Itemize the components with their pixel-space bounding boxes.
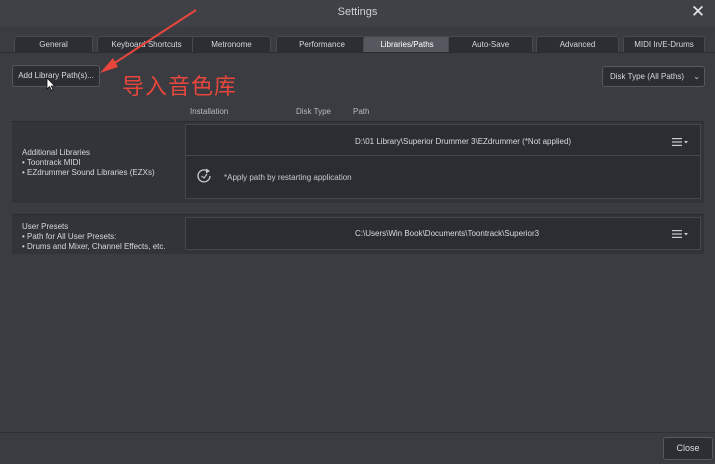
cursor-pointer-icon bbox=[46, 77, 56, 91]
disk-type-label: Disk Type (All Paths) bbox=[610, 72, 685, 81]
annotation-label: 导入音色库 bbox=[122, 75, 238, 100]
add-library-path-button[interactable]: Add Library Path(s)... bbox=[12, 65, 100, 87]
column-path: Path bbox=[353, 107, 370, 116]
tab-divider bbox=[0, 52, 715, 53]
path-value: C:\Users\Win Book\Documents\Toontrack\Su… bbox=[355, 229, 540, 238]
tab-metronome[interactable]: Metronome bbox=[192, 36, 271, 52]
tab-midi-in-edrums[interactable]: MIDI In/E-Drums bbox=[623, 36, 705, 52]
settings-window: Settings ✕ General Keyboard Shortcuts Me… bbox=[0, 0, 715, 464]
title-bar: Settings ✕ bbox=[0, 0, 715, 26]
apply-note-row: *Apply path by restarting application bbox=[186, 156, 700, 198]
column-installation: Installation bbox=[190, 107, 229, 116]
disk-type-dropdown[interactable]: Disk Type (All Paths) ⌄ bbox=[602, 66, 705, 87]
close-button[interactable]: Close bbox=[663, 437, 713, 460]
close-icon[interactable]: ✕ bbox=[689, 2, 707, 22]
hamburger-menu-icon[interactable] bbox=[672, 137, 688, 147]
footer-divider bbox=[0, 432, 715, 433]
tab-libraries-paths[interactable]: Libraries/Paths bbox=[363, 36, 451, 52]
apply-note: *Apply path by restarting application bbox=[224, 173, 352, 182]
tab-bar: General Keyboard Shortcuts Metronome Per… bbox=[11, 36, 711, 52]
user-presets-section: User Presets • Path for All User Presets… bbox=[12, 214, 704, 254]
column-disk-type: Disk Type bbox=[296, 107, 331, 116]
additional-libraries-item: • EZdrummer Sound Libraries (EZXs) bbox=[22, 168, 155, 177]
additional-libraries-section: Additional Libraries • Toontrack MIDI • … bbox=[12, 121, 704, 203]
tab-advanced[interactable]: Advanced bbox=[536, 36, 619, 52]
tab-performance[interactable]: Performance bbox=[276, 36, 368, 52]
tab-auto-save[interactable]: Auto-Save bbox=[448, 36, 533, 52]
additional-libraries-paths: D:\01 Library\Superior Drummer 3\EZdrumm… bbox=[185, 124, 701, 199]
chevron-down-icon: ⌄ bbox=[693, 72, 700, 81]
additional-libraries-item: • Toontrack MIDI bbox=[22, 158, 81, 167]
path-row[interactable]: C:\Users\Win Book\Documents\Toontrack\Su… bbox=[186, 220, 700, 248]
user-presets-title: User Presets bbox=[22, 222, 69, 231]
hamburger-menu-icon[interactable] bbox=[672, 229, 688, 239]
window-title: Settings bbox=[337, 6, 378, 18]
path-row[interactable]: D:\01 Library\Superior Drummer 3\EZdrumm… bbox=[186, 128, 700, 156]
user-presets-paths: C:\Users\Win Book\Documents\Toontrack\Su… bbox=[185, 217, 701, 250]
tab-general[interactable]: General bbox=[14, 36, 93, 52]
tab-keyboard-shortcuts[interactable]: Keyboard Shortcuts bbox=[97, 36, 196, 52]
user-presets-item: • Path for All User Presets: bbox=[22, 232, 117, 241]
additional-libraries-title: Additional Libraries bbox=[22, 148, 91, 157]
path-value: D:\01 Library\Superior Drummer 3\EZdrumm… bbox=[355, 137, 572, 146]
user-presets-item: • Drums and Mixer, Channel Effects, etc. bbox=[22, 242, 166, 251]
refresh-icon bbox=[197, 168, 211, 183]
